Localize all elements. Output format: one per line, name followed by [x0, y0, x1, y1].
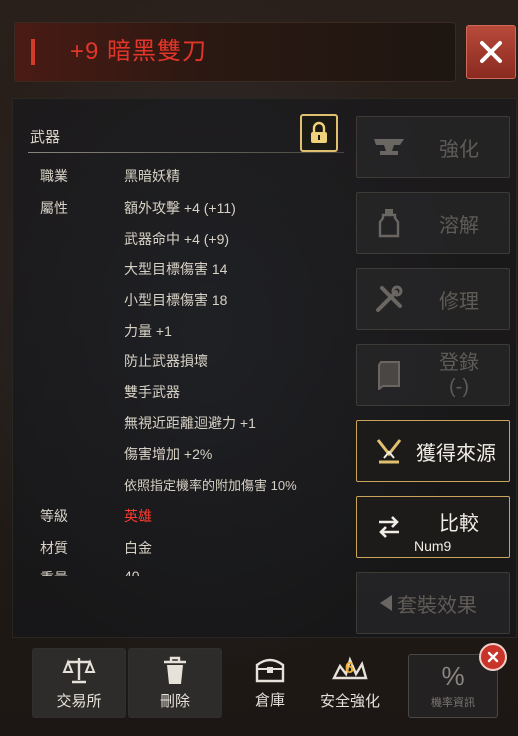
compare-hotkey-hint: Num9	[414, 538, 452, 554]
triangle-left-icon	[375, 583, 397, 623]
repair-label: 修理	[439, 290, 479, 313]
probability-info-label: 機率資訊	[431, 697, 475, 709]
storage-button[interactable]: 倉庫	[224, 648, 316, 716]
delete-label: 刪除	[159, 692, 190, 710]
title-bar: +9 暗黑雙刀	[14, 22, 456, 82]
item-stats-card: 武器 職業 黑暗妖精 屬性 額外攻擊 +4 (+11) 武器命中 +4 (+9)…	[14, 110, 344, 576]
stat-label-grade: 等級	[40, 508, 68, 524]
enhance-button[interactable]: 強化	[356, 116, 510, 178]
lock-button[interactable]	[300, 114, 338, 152]
compare-label: 比較	[439, 512, 479, 535]
register-sub-label: (-)	[449, 376, 469, 398]
lock-icon	[311, 121, 327, 143]
dissolve-button[interactable]: 溶解	[356, 192, 510, 254]
stat-value-material: 白金	[124, 540, 152, 556]
book-icon	[369, 355, 409, 395]
delete-button[interactable]: 刪除	[128, 648, 222, 718]
set-effect-button[interactable]: 套裝效果	[356, 572, 510, 634]
register-button[interactable]: 登錄 (-)	[356, 344, 510, 406]
stat-value-dmg-increase: 傷害增加 +2%	[124, 446, 213, 462]
stat-value-class: 黑暗妖精	[124, 168, 180, 184]
stat-value-no-break: 防止武器損壞	[124, 353, 208, 369]
probability-info-button[interactable]: % 機率資訊	[408, 643, 507, 718]
divider	[28, 152, 344, 153]
tools-icon	[369, 279, 409, 319]
stat-value-weight: 40	[124, 568, 140, 576]
safe-enhance-button[interactable]: 6 安全強化	[314, 648, 386, 716]
safe-enhance-label: 安全強化	[319, 692, 380, 710]
stat-label-class: 職業	[40, 168, 68, 184]
item-category: 武器	[30, 129, 61, 146]
safe-enhance-icon: 6	[330, 654, 370, 686]
register-label: 登錄	[439, 352, 479, 374]
bottom-toolbar: 交易所 刪除 倉庫 6 安全強化 % 機率資訊	[16, 640, 507, 730]
scales-icon	[62, 657, 96, 683]
close-button[interactable]	[466, 25, 516, 79]
item-title: +9 暗黑雙刀	[70, 38, 208, 65]
percent-icon: %	[441, 661, 465, 691]
set-effect-label: 套裝效果	[397, 594, 477, 617]
stat-value-hit: 武器命中 +4 (+9)	[124, 231, 230, 247]
bottle-icon	[369, 203, 409, 243]
stat-value-two-hand: 雙手武器	[124, 384, 180, 400]
stat-label-attribute: 屬性	[40, 200, 68, 216]
dissolve-label: 溶解	[439, 214, 479, 237]
title-accent	[31, 39, 35, 65]
acquisition-source-label: 獲得來源	[416, 442, 496, 465]
repair-button[interactable]: 修理	[356, 268, 510, 330]
exchange-button[interactable]: 交易所	[32, 648, 126, 718]
exchange-label: 交易所	[56, 692, 102, 710]
stat-value-ignore-evasion: 無視近距離迴避力 +1	[124, 415, 256, 431]
acquisition-source-button[interactable]: 獲得來源	[356, 420, 510, 482]
stat-value-large-dmg: 大型目標傷害 14	[124, 261, 228, 277]
stat-label-weight: 重量	[40, 568, 68, 576]
close-icon	[480, 41, 502, 63]
chest-icon	[255, 658, 285, 682]
swap-arrows-icon	[369, 507, 409, 547]
anvil-icon	[369, 127, 409, 167]
stat-value-small-dmg: 小型目標傷害 18	[124, 292, 228, 308]
safe-enhance-count: 6	[345, 659, 354, 677]
trash-icon	[164, 656, 186, 684]
storage-label: 倉庫	[254, 691, 285, 709]
close-badge-icon[interactable]	[479, 643, 507, 671]
stat-label-material: 材質	[40, 540, 68, 556]
stat-value-grade: 英雄	[124, 508, 152, 524]
stat-value-extra-dmg: 依照指定機率的附加傷害 10%	[124, 478, 297, 493]
stat-value-str: 力量 +1	[124, 323, 172, 339]
enhance-label: 強化	[439, 138, 479, 161]
stat-value-extra-attack: 額外攻擊 +4 (+11)	[124, 200, 236, 216]
